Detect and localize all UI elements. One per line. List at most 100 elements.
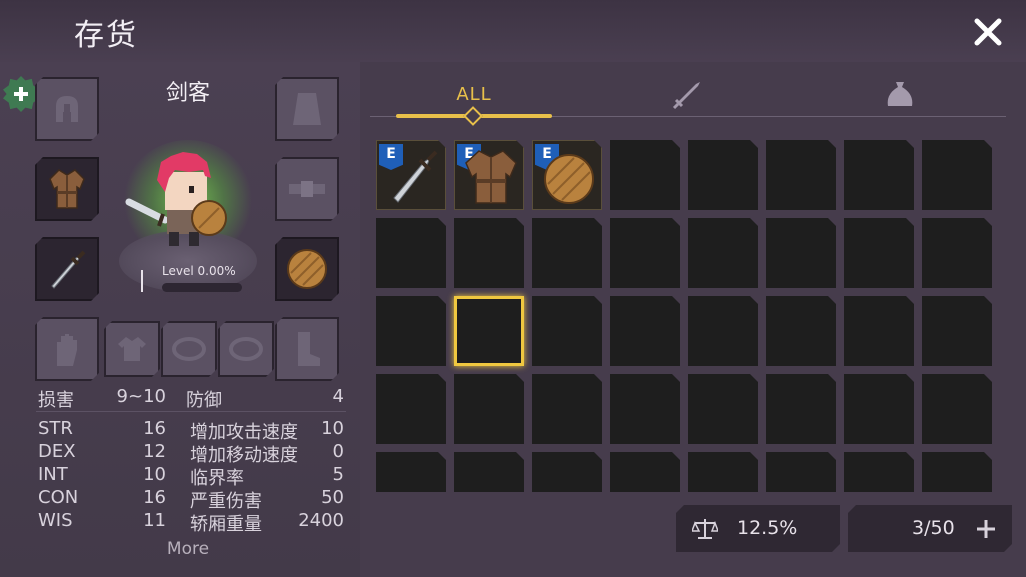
ring-slot-1[interactable] bbox=[161, 321, 217, 377]
inventory-slot[interactable] bbox=[844, 218, 914, 288]
stat-label: DEX bbox=[38, 441, 76, 462]
inventory-slot[interactable] bbox=[844, 374, 914, 444]
tab-weapons[interactable] bbox=[660, 70, 716, 118]
inventory-slot[interactable]: E bbox=[454, 140, 524, 210]
inventory-slot[interactable]: E bbox=[376, 140, 446, 210]
inventory-slot[interactable] bbox=[376, 218, 446, 288]
page-title: 存货 bbox=[74, 18, 138, 53]
inventory-slot[interactable] bbox=[532, 452, 602, 492]
tunic-icon bbox=[47, 167, 87, 211]
tab-bags[interactable] bbox=[872, 70, 928, 118]
swordsman-avatar bbox=[125, 152, 227, 246]
helmet-slot[interactable] bbox=[35, 77, 99, 141]
top-bar bbox=[0, 0, 1026, 62]
close-icon bbox=[974, 18, 1002, 46]
boots-slot[interactable] bbox=[275, 317, 339, 381]
inventory-slot[interactable] bbox=[766, 218, 836, 288]
plus-icon bbox=[14, 87, 28, 101]
inventory-slot[interactable] bbox=[532, 218, 602, 288]
inventory-slot[interactable] bbox=[766, 374, 836, 444]
inventory-slot[interactable]: E bbox=[532, 140, 602, 210]
inventory-slot[interactable] bbox=[610, 140, 680, 210]
ring-icon bbox=[229, 336, 263, 362]
inventory-slot[interactable] bbox=[376, 374, 446, 444]
sword-icon bbox=[46, 248, 88, 290]
inventory-slot[interactable] bbox=[610, 218, 680, 288]
wooden-shield-icon bbox=[538, 146, 600, 208]
expand-capacity-button[interactable] bbox=[972, 515, 1000, 543]
inventory-slot[interactable] bbox=[922, 140, 992, 210]
gloves-slot[interactable] bbox=[35, 317, 99, 381]
inventory-slot[interactable] bbox=[766, 452, 836, 492]
shield-slot[interactable] bbox=[275, 237, 339, 301]
shirt-slot[interactable] bbox=[104, 321, 160, 377]
damage-label: 损害 bbox=[38, 390, 74, 411]
cape-icon bbox=[290, 90, 324, 128]
level-progress-bar bbox=[162, 283, 242, 292]
inventory-slot[interactable] bbox=[844, 296, 914, 366]
glove-icon bbox=[51, 330, 83, 368]
stat-value: 50 bbox=[321, 487, 344, 508]
capacity-indicator: 3/50 bbox=[848, 505, 1012, 552]
level-marker bbox=[141, 270, 143, 292]
weapon-slot[interactable] bbox=[35, 237, 99, 301]
inventory-slot[interactable] bbox=[610, 296, 680, 366]
character-name: 剑客 bbox=[165, 81, 210, 106]
sword-icon bbox=[380, 144, 444, 208]
defense-value: 4 bbox=[332, 386, 344, 407]
scale-icon bbox=[692, 516, 718, 542]
tab-all-label: ALL bbox=[456, 83, 492, 105]
stats-divider bbox=[36, 411, 346, 412]
inventory-slot[interactable] bbox=[688, 218, 758, 288]
stat-label: CON bbox=[38, 487, 79, 508]
stat-value: 10 bbox=[321, 418, 344, 439]
inventory-slot[interactable] bbox=[610, 452, 680, 492]
inventory-slot[interactable] bbox=[766, 296, 836, 366]
stat-value: 12 bbox=[143, 441, 166, 462]
inventory-slot-selected[interactable] bbox=[454, 296, 524, 366]
inventory-slot[interactable] bbox=[844, 140, 914, 210]
stat-value: 16 bbox=[143, 487, 166, 508]
inventory-slot[interactable] bbox=[376, 452, 446, 492]
inventory-slot[interactable] bbox=[922, 296, 992, 366]
inventory-slot[interactable] bbox=[376, 296, 446, 366]
inventory-slot[interactable] bbox=[766, 140, 836, 210]
inventory-slot[interactable] bbox=[922, 452, 992, 492]
inventory-slot[interactable] bbox=[844, 452, 914, 492]
inventory-grid: E E E bbox=[376, 140, 1006, 492]
wooden-shield-icon bbox=[285, 247, 329, 291]
sword-icon bbox=[672, 82, 700, 110]
damage-value: 9~10 bbox=[116, 386, 166, 407]
shirt-icon bbox=[117, 335, 147, 363]
stat-label: STR bbox=[38, 418, 73, 439]
inventory-slot[interactable] bbox=[454, 452, 524, 492]
cape-slot[interactable] bbox=[275, 77, 339, 141]
stat-value: 16 bbox=[143, 418, 166, 439]
belt-slot[interactable] bbox=[275, 157, 339, 221]
weight-percent: 12.5% bbox=[737, 517, 798, 539]
belt-icon bbox=[287, 179, 327, 199]
inventory-slot[interactable] bbox=[454, 374, 524, 444]
stat-label: WIS bbox=[38, 510, 73, 531]
inventory-slot[interactable] bbox=[688, 374, 758, 444]
inventory-slot[interactable] bbox=[532, 296, 602, 366]
stat-value: 10 bbox=[143, 464, 166, 485]
stat-value: 5 bbox=[332, 464, 344, 485]
boot-icon bbox=[292, 330, 322, 368]
inventory-slot[interactable] bbox=[922, 218, 992, 288]
inventory-slot[interactable] bbox=[688, 296, 758, 366]
close-button[interactable] bbox=[966, 10, 1010, 54]
ring-slot-2[interactable] bbox=[218, 321, 274, 377]
inventory-slot[interactable] bbox=[610, 374, 680, 444]
inventory-slot[interactable] bbox=[688, 452, 758, 492]
defense-label: 防御 bbox=[186, 390, 222, 411]
tab-all[interactable]: ALL bbox=[426, 70, 522, 118]
inventory-slot[interactable] bbox=[688, 140, 758, 210]
inventory-slot[interactable] bbox=[922, 374, 992, 444]
more-stats-button[interactable]: More bbox=[140, 539, 236, 559]
stat-label: INT bbox=[38, 464, 68, 485]
inventory-slot[interactable] bbox=[532, 374, 602, 444]
inventory-slot[interactable] bbox=[454, 218, 524, 288]
stat-value: 2400 bbox=[298, 510, 344, 531]
armor-slot[interactable] bbox=[35, 157, 99, 221]
